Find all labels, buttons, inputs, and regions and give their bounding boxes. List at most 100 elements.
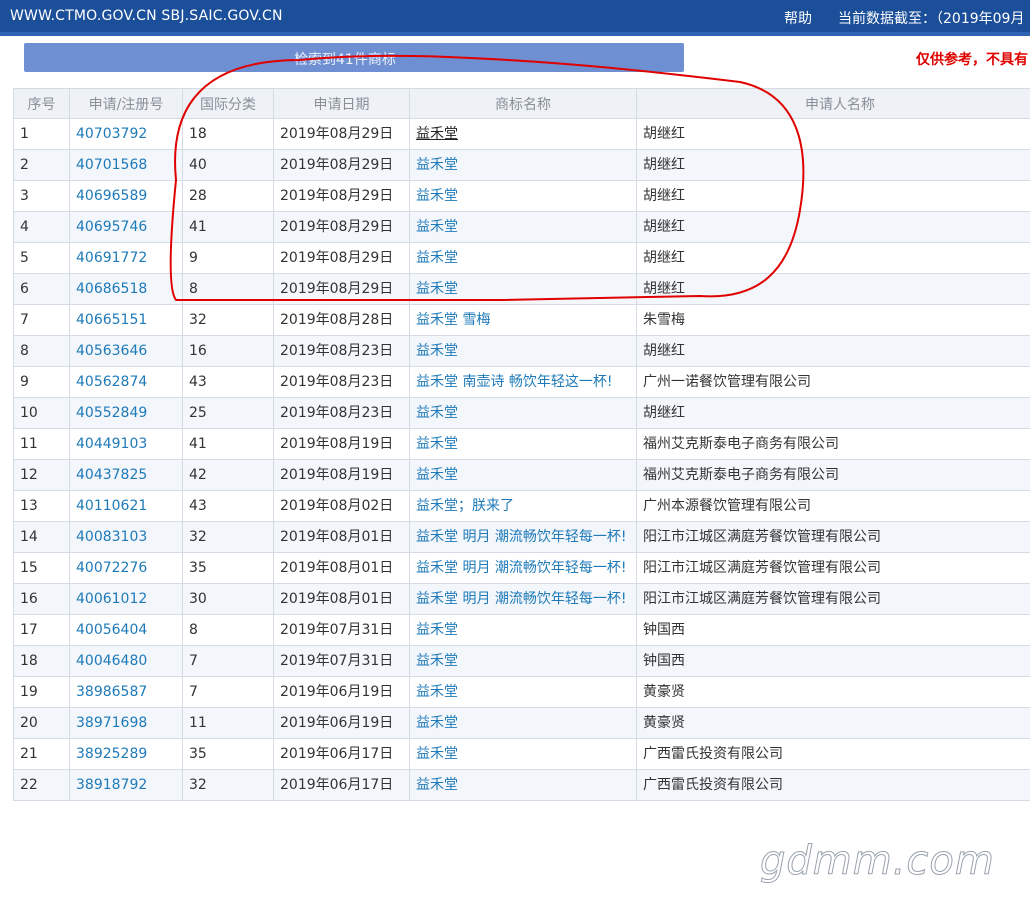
intl-class: 8 <box>182 273 274 305</box>
table-row[interactable]: 7 40665151 32 2019年08月28日 益禾堂 雪梅 朱雪梅 <box>13 304 1030 336</box>
table-row[interactable]: 19 38986587 7 2019年06月19日 益禾堂 黄豪贤 <box>13 676 1030 708</box>
help-link[interactable]: 帮助 <box>784 8 812 28</box>
registration-number-link[interactable]: 38925289 <box>69 738 183 770</box>
row-number: 20 <box>13 707 70 739</box>
applicant-name: 黄豪贤 <box>636 707 1030 739</box>
table-row[interactable]: 14 40083103 32 2019年08月01日 益禾堂 明月 潮流畅饮年轻每一杯!… <box>13 521 1030 553</box>
table-row[interactable]: 6 40686518 8 2019年08月29日 益禾堂 胡继红 <box>13 273 1030 305</box>
trademark-name-link[interactable]: 益禾堂 <box>409 211 637 243</box>
registration-number-link[interactable]: 38918792 <box>69 769 183 801</box>
trademark-name-link[interactable]: 益禾堂 <box>409 397 637 429</box>
trademark-name-link[interactable]: 益禾堂 雪梅 <box>409 304 637 336</box>
trademark-name-link[interactable]: 益禾堂 <box>409 707 637 739</box>
intl-class: 7 <box>182 645 274 677</box>
row-number: 18 <box>13 645 70 677</box>
table-row[interactable]: 4 40695746 41 2019年08月29日 益禾堂 胡继红 <box>13 211 1030 243</box>
trademark-name-link[interactable]: 益禾堂 <box>409 335 637 367</box>
registration-number-link[interactable]: 40437825 <box>69 459 183 491</box>
table-row[interactable]: 21 38925289 35 2019年06月17日 益禾堂 广西雷氏投资有限公司 <box>13 738 1030 770</box>
table-row[interactable]: 12 40437825 42 2019年08月19日 益禾堂 福州艾克斯泰电子商务有限公司 <box>13 459 1030 491</box>
registration-number-link[interactable]: 40110621 <box>69 490 183 522</box>
table-row[interactable]: 22 38918792 32 2019年06月17日 益禾堂 广西雷氏投资有限公司 <box>13 769 1030 801</box>
table-row[interactable]: 10 40552849 25 2019年08月23日 益禾堂 胡继红 <box>13 397 1030 429</box>
trademark-name-link[interactable]: 益禾堂 <box>409 645 637 677</box>
registration-number-link[interactable]: 40449103 <box>69 428 183 460</box>
table-row[interactable]: 20 38971698 11 2019年06月19日 益禾堂 黄豪贤 <box>13 707 1030 739</box>
application-date: 2019年08月29日 <box>273 211 410 243</box>
table-row[interactable]: 15 40072276 35 2019年08月01日 益禾堂 明月 潮流畅饮年轻每一杯!… <box>13 552 1030 584</box>
registration-number-link[interactable]: 40083103 <box>69 521 183 553</box>
trademark-name-link[interactable]: 益禾堂 <box>409 242 637 274</box>
top-bar: WWW.CTMO.GOV.CN SBJ.SAIC.GOV.CN 帮助 当前数据截… <box>0 0 1030 32</box>
row-number: 14 <box>13 521 70 553</box>
table-row[interactable]: 5 40691772 9 2019年08月29日 益禾堂 胡继红 <box>13 242 1030 274</box>
watermark: gdmm.com <box>760 838 995 885</box>
site-url: WWW.CTMO.GOV.CN SBJ.SAIC.GOV.CN <box>10 8 283 24</box>
row-number: 9 <box>13 366 70 398</box>
trademark-name-link[interactable]: 益禾堂 <box>409 118 637 150</box>
table-row[interactable]: 3 40696589 28 2019年08月29日 益禾堂 胡继红 <box>13 180 1030 212</box>
application-date: 2019年06月17日 <box>273 738 410 770</box>
col-header-reg[interactable]: 申请/注册号 <box>69 88 183 119</box>
trademark-name-link[interactable]: 益禾堂 <box>409 180 637 212</box>
registration-number-link[interactable]: 40061012 <box>69 583 183 615</box>
trademark-name-link[interactable]: 益禾堂 <box>409 428 637 460</box>
registration-number-link[interactable]: 40552849 <box>69 397 183 429</box>
registration-number-link[interactable]: 40072276 <box>69 552 183 584</box>
registration-number-link[interactable]: 40562874 <box>69 366 183 398</box>
col-header-class[interactable]: 国际分类 <box>182 88 274 119</box>
application-date: 2019年06月19日 <box>273 676 410 708</box>
intl-class: 8 <box>182 614 274 646</box>
table-row[interactable]: 18 40046480 7 2019年07月31日 益禾堂 钟国西 <box>13 645 1030 677</box>
application-date: 2019年08月19日 <box>273 428 410 460</box>
intl-class: 28 <box>182 180 274 212</box>
registration-number-link[interactable]: 40701568 <box>69 149 183 181</box>
registration-number-link[interactable]: 40691772 <box>69 242 183 274</box>
intl-class: 7 <box>182 676 274 708</box>
col-header-applicant[interactable]: 申请人名称 <box>636 88 1030 119</box>
registration-number-link[interactable]: 40665151 <box>69 304 183 336</box>
table-row[interactable]: 8 40563646 16 2019年08月23日 益禾堂 胡继红 <box>13 335 1030 367</box>
registration-number-link[interactable]: 40046480 <box>69 645 183 677</box>
trademark-name-link[interactable]: 益禾堂 <box>409 273 637 305</box>
registration-number-link[interactable]: 40695746 <box>69 211 183 243</box>
col-header-date[interactable]: 申请日期 <box>273 88 410 119</box>
row-number: 10 <box>13 397 70 429</box>
trademark-name-link[interactable]: 益禾堂 <box>409 459 637 491</box>
intl-class: 42 <box>182 459 274 491</box>
trademark-name-link[interactable]: 益禾堂 明月 潮流畅饮年轻每一杯! <box>409 521 637 553</box>
registration-number-link[interactable]: 40703792 <box>69 118 183 150</box>
trademark-name-link[interactable]: 益禾堂；朕来了 <box>409 490 637 522</box>
intl-class: 43 <box>182 366 274 398</box>
trademark-name-link[interactable]: 益禾堂 <box>409 149 637 181</box>
registration-number-link[interactable]: 40686518 <box>69 273 183 305</box>
col-header-mark[interactable]: 商标名称 <box>409 88 637 119</box>
application-date: 2019年08月23日 <box>273 335 410 367</box>
registration-number-link[interactable]: 40056404 <box>69 614 183 646</box>
trademark-name-link[interactable]: 益禾堂 <box>409 614 637 646</box>
data-as-of: 当前数据截至：（2019年09月 <box>838 11 1025 27</box>
trademark-name-link[interactable]: 益禾堂 <box>409 738 637 770</box>
table-row[interactable]: 1 40703792 18 2019年08月29日 益禾堂 胡继红 <box>13 118 1030 150</box>
intl-class: 18 <box>182 118 274 150</box>
trademark-name-link[interactable]: 益禾堂 <box>409 676 637 708</box>
registration-number-link[interactable]: 40696589 <box>69 180 183 212</box>
table-row[interactable]: 2 40701568 40 2019年08月29日 益禾堂 胡继红 <box>13 149 1030 181</box>
table-row[interactable]: 17 40056404 8 2019年07月31日 益禾堂 钟国西 <box>13 614 1030 646</box>
registration-number-link[interactable]: 38971698 <box>69 707 183 739</box>
trademark-name-link[interactable]: 益禾堂 <box>409 769 637 801</box>
table-row[interactable]: 13 40110621 43 2019年08月02日 益禾堂；朕来了 广州本源餐饮管理有限… <box>13 490 1030 522</box>
col-header-no[interactable]: 序号 <box>13 88 70 119</box>
table-row[interactable]: 16 40061012 30 2019年08月01日 益禾堂 明月 潮流畅饮年轻每一杯!… <box>13 583 1030 615</box>
trademark-name-link[interactable]: 益禾堂 明月 潮流畅饮年轻每一杯! <box>409 552 637 584</box>
trademark-name-link[interactable]: 益禾堂 南壶诗 畅饮年轻这一杯! <box>409 366 637 398</box>
table-row[interactable]: 9 40562874 43 2019年08月23日 益禾堂 南壶诗 畅饮年轻这一杯! 广州… <box>13 366 1030 398</box>
registration-number-link[interactable]: 38986587 <box>69 676 183 708</box>
trademark-name-link[interactable]: 益禾堂 明月 潮流畅饮年轻每一杯! <box>409 583 637 615</box>
table-row[interactable]: 11 40449103 41 2019年08月19日 益禾堂 福州艾克斯泰电子商务有限公司 <box>13 428 1030 460</box>
applicant-name: 阳江市江城区满庭芳餐饮管理有限公司 <box>636 583 1030 615</box>
registration-number-link[interactable]: 40563646 <box>69 335 183 367</box>
applicant-name: 广西雷氏投资有限公司 <box>636 769 1030 801</box>
row-number: 19 <box>13 676 70 708</box>
applicant-name: 胡继红 <box>636 149 1030 181</box>
